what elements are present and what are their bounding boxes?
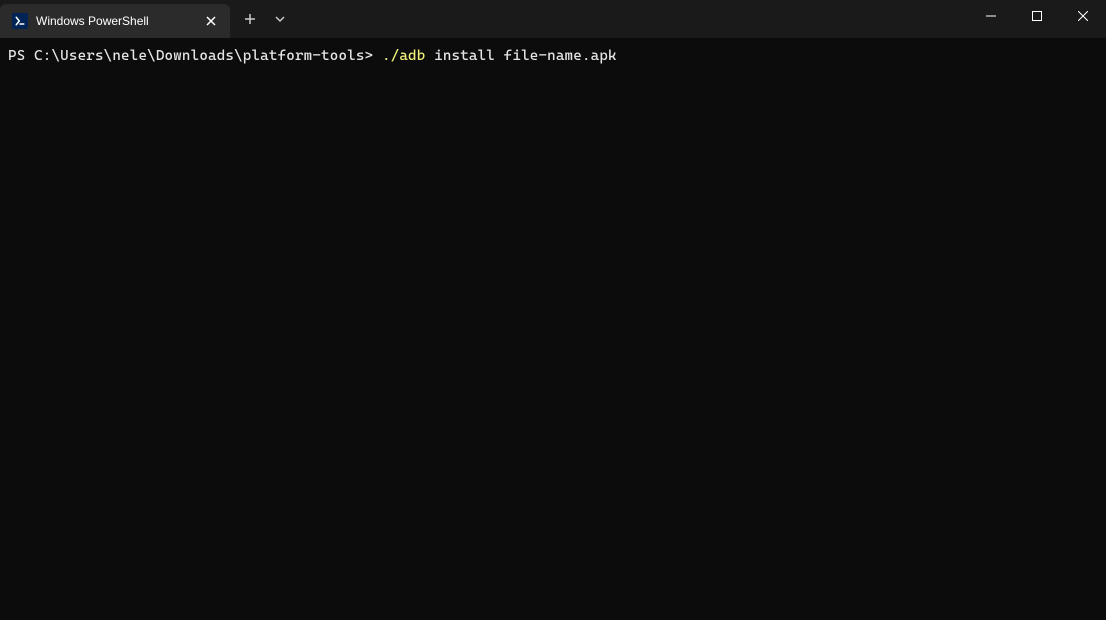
minimize-button[interactable]: [968, 0, 1014, 32]
window-controls: [968, 0, 1106, 38]
tab-dropdown-button[interactable]: [266, 3, 294, 35]
command-arguments: install file-name.apk: [425, 48, 616, 64]
prompt-prefix: PS C:\Users\nele\Downloads\platform-tool…: [8, 48, 382, 64]
titlebar: Windows PowerShell: [0, 0, 1106, 38]
tab-close-button[interactable]: [202, 12, 220, 30]
command-executable: ./adb: [382, 48, 425, 64]
tabs-area: Windows PowerShell: [0, 0, 294, 38]
terminal-area[interactable]: PS C:\Users\nele\Downloads\platform-tool…: [0, 38, 1106, 620]
new-tab-button[interactable]: [234, 3, 266, 35]
tab-powershell[interactable]: Windows PowerShell: [0, 4, 230, 38]
tab-title: Windows PowerShell: [36, 14, 194, 28]
prompt-line: PS C:\Users\nele\Downloads\platform-tool…: [8, 46, 1098, 66]
close-window-button[interactable]: [1060, 0, 1106, 32]
maximize-button[interactable]: [1014, 0, 1060, 32]
powershell-icon: [12, 13, 28, 29]
